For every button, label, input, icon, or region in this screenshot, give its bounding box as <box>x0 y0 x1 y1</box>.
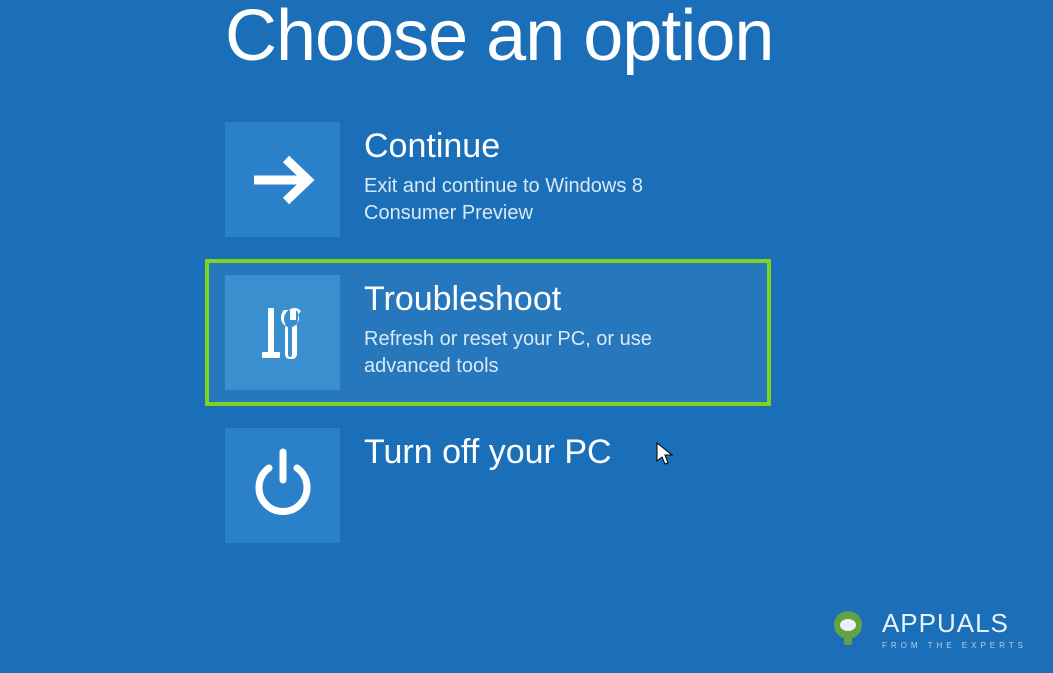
recovery-screen: Choose an option Continue Exit and conti… <box>0 0 1053 543</box>
option-title: Turn off your PC <box>364 432 612 473</box>
option-text: Continue Exit and continue to Windows 8 … <box>364 122 724 227</box>
tools-icon <box>225 275 340 390</box>
option-text: Troubleshoot Refresh or reset your PC, o… <box>364 275 724 380</box>
option-title: Troubleshoot <box>364 279 724 320</box>
option-text: Turn off your PC <box>364 428 612 479</box>
option-desc: Exit and continue to Windows 8 Consumer … <box>364 173 724 227</box>
option-continue[interactable]: Continue Exit and continue to Windows 8 … <box>225 122 755 237</box>
watermark-brand: APPUALS <box>882 608 1027 639</box>
arrow-right-icon <box>225 122 340 237</box>
page-title: Choose an option <box>225 0 1053 72</box>
watermark-text: APPUALS FROM THE EXPERTS <box>882 608 1027 650</box>
option-title: Continue <box>364 126 724 167</box>
option-troubleshoot[interactable]: Troubleshoot Refresh or reset your PC, o… <box>205 259 771 406</box>
power-icon <box>225 428 340 543</box>
watermark: APPUALS FROM THE EXPERTS <box>824 605 1027 653</box>
option-turnoff[interactable]: Turn off your PC <box>225 428 755 543</box>
option-desc: Refresh or reset your PC, or use advance… <box>364 326 724 380</box>
watermark-tagline: FROM THE EXPERTS <box>882 641 1027 650</box>
options-list: Continue Exit and continue to Windows 8 … <box>225 122 1053 543</box>
watermark-logo-icon <box>824 605 872 653</box>
